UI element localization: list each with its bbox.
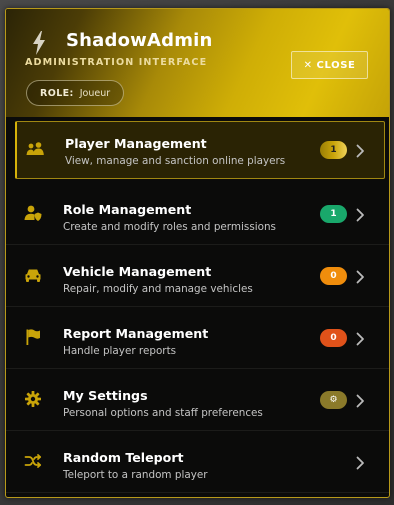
menu-item-title: My Settings (63, 388, 148, 403)
menu-list: Player Management View, manage and sancti… (6, 117, 389, 493)
count-badge: ⚙ (320, 391, 347, 409)
menu-item-description: Create and modify roles and permissions (63, 221, 276, 233)
count-badge: 0 (320, 329, 347, 347)
count-badge: 0 (320, 267, 347, 285)
count-badge: 1 (320, 141, 347, 159)
car-icon (24, 266, 42, 284)
menu-item-description: Handle player reports (63, 345, 177, 357)
app-subtitle: ADMINISTRATION INTERFACE (25, 57, 208, 68)
menu-item-title: Report Management (63, 326, 209, 341)
chevron-right-icon (355, 393, 365, 408)
menu-item-title: Role Management (63, 202, 192, 217)
panel-header: ShadowAdmin ADMINISTRATION INTERFACE ROL… (6, 9, 389, 117)
role-badge: ROLE: Joueur (26, 80, 125, 106)
menu-item-description: Personal options and staff preferences (63, 407, 263, 419)
menu-item-report-management[interactable]: Report Management Handle player reports 0 (6, 307, 389, 369)
menu-item-player-management[interactable]: Player Management View, manage and sancti… (15, 121, 385, 179)
close-button[interactable]: ✕ CLOSE (291, 51, 368, 79)
menu-item-vehicle-management[interactable]: Vehicle Management Repair, modify and man… (6, 245, 389, 307)
chevron-right-icon (355, 143, 365, 158)
close-icon: ✕ (303, 59, 313, 71)
app-title: ShadowAdmin (66, 30, 213, 51)
close-label: CLOSE (316, 59, 356, 71)
menu-item-random-teleport[interactable]: Random Teleport Teleport to a random play… (6, 431, 389, 493)
menu-item-title: Vehicle Management (63, 264, 212, 279)
role-value: Joueur (79, 87, 111, 99)
chevron-right-icon (355, 269, 365, 284)
role-label: ROLE: (40, 87, 74, 99)
menu-item-my-settings[interactable]: My Settings Personal options and staff pr… (6, 369, 389, 431)
shuffle-icon (24, 452, 42, 470)
users-icon (26, 140, 44, 158)
gear-icon (24, 390, 42, 408)
menu-item-title: Player Management (65, 136, 207, 151)
bolt-icon (33, 31, 45, 55)
count-badge: 1 (320, 205, 347, 223)
menu-item-description: View, manage and sanction online players (65, 155, 286, 167)
chevron-right-icon (355, 207, 365, 222)
admin-panel: ShadowAdmin ADMINISTRATION INTERFACE ROL… (5, 8, 390, 498)
menu-item-title: Random Teleport (63, 450, 184, 465)
chevron-right-icon (355, 331, 365, 346)
menu-item-role-management[interactable]: Role Management Create and modify roles a… (6, 183, 389, 245)
chevron-right-icon (355, 455, 365, 470)
menu-item-description: Repair, modify and manage vehicles (63, 283, 253, 295)
menu-item-description: Teleport to a random player (63, 469, 208, 481)
user-shield-icon (24, 204, 42, 222)
flag-icon (24, 328, 42, 346)
